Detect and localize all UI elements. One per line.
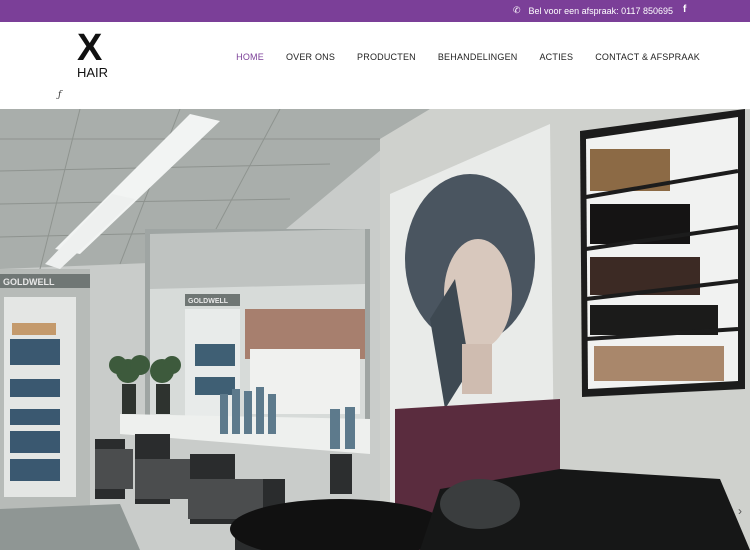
facebook-icon[interactable]: f [683,4,686,15]
nav-item-contact-afspraak[interactable]: CONTACT & AFSPRAAK [595,52,700,62]
salon-interior-illustration: GOLDWELL GOLDWELL [0,109,750,550]
main-nav: HOME OVER ONS PRODUCTEN BEHANDELINGEN AC… [236,52,700,62]
header: X HAIR ƒ HOME OVER ONS PRODUCTEN BEHANDE… [0,22,750,109]
goldwell-sign: GOLDWELL [3,277,55,287]
nav-item-producten[interactable]: PRODUCTEN [357,52,416,62]
logo-x: X [77,27,102,69]
site-logo[interactable]: X HAIR [77,27,117,80]
logo-hair: HAIR [77,65,109,80]
nav-item-behandelingen[interactable]: BEHANDELINGEN [438,52,518,62]
nav-item-home[interactable]: HOME [236,52,264,62]
phone-icon: ✆ [513,5,521,15]
phone-contact[interactable]: ✆ Bel voor een afspraak: 0117 850695 [513,5,673,16]
nav-item-over-ons[interactable]: OVER ONS [286,52,335,62]
goldwell-sign-2: GOLDWELL [188,298,229,305]
nav-item-acties[interactable]: ACTIES [539,52,573,62]
phone-label: Bel voor een afspraak: 0117 850695 [528,5,673,16]
small-glyph: ƒ [58,90,62,100]
hero-image: GOLDWELL GOLDWELL › [0,109,750,550]
top-bar: ✆ Bel voor een afspraak: 0117 850695 f [0,0,750,22]
slider-next-arrow[interactable]: › [738,504,742,518]
